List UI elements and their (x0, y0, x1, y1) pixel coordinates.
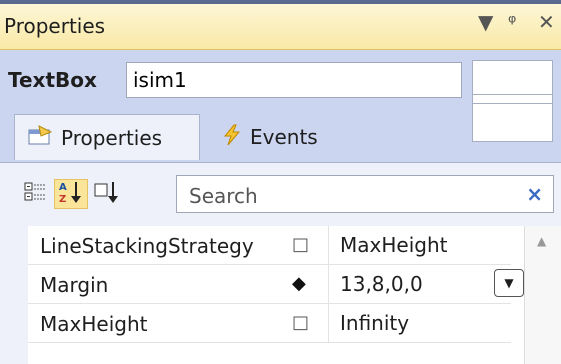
panel-title: Properties (4, 14, 106, 38)
sort-alphabetical-button[interactable]: A Z (54, 179, 88, 209)
grid-gutter (0, 226, 28, 364)
preview-divider (473, 103, 552, 104)
pin-icon[interactable]: ᵠ (508, 10, 516, 34)
column-divider (328, 226, 329, 264)
clear-search-icon[interactable]: × (526, 182, 543, 206)
local-value-marker-icon[interactable]: ◆ (292, 273, 306, 294)
vertical-scrollbar[interactable]: ▲ (524, 226, 561, 364)
property-grid: LineStackingStrategy □ MaxHeight Margin … (0, 226, 561, 364)
column-divider (328, 265, 329, 303)
chevron-down-icon: ▼ (504, 276, 514, 290)
lightning-icon (222, 124, 242, 151)
property-name: LineStackingStrategy (40, 234, 254, 258)
default-value-marker-icon[interactable]: □ (292, 312, 309, 333)
column-divider (328, 304, 329, 342)
value-dropdown-button[interactable]: ▼ (494, 269, 524, 297)
property-value[interactable]: Infinity (340, 311, 409, 335)
search-box[interactable]: Search × (176, 175, 554, 213)
object-name-input[interactable] (126, 62, 462, 98)
tab-properties-label: Properties (61, 125, 163, 150)
scroll-up-icon[interactable]: ▲ (537, 234, 546, 248)
tab-properties[interactable]: Properties (14, 114, 200, 160)
search-placeholder: Search (189, 184, 258, 208)
object-type-label: TextBox (8, 68, 97, 92)
property-row[interactable]: LineStackingStrategy □ MaxHeight (28, 226, 511, 265)
categorized-icon (24, 181, 46, 207)
properties-icon (27, 124, 53, 151)
object-header: TextBox Properties Events (0, 50, 561, 162)
svg-text:A: A (59, 182, 67, 193)
property-row[interactable]: Margin ◆ 13,8,0,0 ▼ (28, 265, 524, 304)
property-value[interactable]: MaxHeight (340, 233, 447, 257)
dropdown-menu-icon[interactable]: ▼ (478, 10, 493, 34)
property-value[interactable]: 13,8,0,0 (340, 272, 423, 296)
default-value-marker-icon[interactable]: □ (292, 234, 309, 255)
svg-text:Z: Z (59, 194, 66, 204)
sort-source-button[interactable] (90, 179, 124, 209)
close-icon[interactable]: ✕ (538, 10, 555, 34)
properties-toolbar: A Z Search × (0, 162, 561, 226)
property-name: MaxHeight (40, 312, 148, 336)
sort-source-icon (94, 180, 120, 208)
tab-events-label: Events (250, 125, 318, 149)
preview-box (472, 60, 553, 142)
property-row[interactable]: MaxHeight □ Infinity (28, 304, 511, 343)
title-bar: Properties ▼ ᵠ ✕ (0, 0, 561, 50)
preview-divider (473, 94, 552, 95)
categorize-button[interactable] (18, 179, 52, 209)
sort-az-icon: A Z (58, 180, 84, 208)
tab-events[interactable]: Events (216, 114, 366, 160)
property-name: Margin (40, 273, 109, 297)
